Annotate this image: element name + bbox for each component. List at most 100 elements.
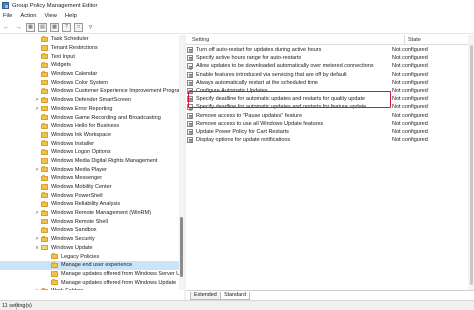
tree-item[interactable]: Windows PowerShell bbox=[0, 191, 184, 200]
tree-item[interactable]: Manage updates offered from Windows Serv… bbox=[0, 270, 184, 279]
setting-state: Not configured bbox=[392, 129, 428, 136]
setting-state: Not configured bbox=[392, 71, 428, 78]
tree-item[interactable]: Windows Messenger bbox=[0, 174, 184, 183]
tree-item[interactable]: Windows Game Recording and Broadcasting bbox=[0, 113, 184, 122]
export-list-icon[interactable]: ▩ bbox=[50, 22, 59, 32]
list-header: Setting State bbox=[186, 34, 474, 45]
chevron-right-icon[interactable]: > bbox=[34, 97, 40, 103]
setting-row[interactable]: Remove access to use all Windows Update … bbox=[186, 120, 468, 128]
tree-item-label: Windows Mobility Center bbox=[51, 184, 112, 191]
tree-item-label: Windows Hello for Business bbox=[51, 123, 120, 130]
tree-item[interactable]: > Windows Error Reporting bbox=[0, 105, 184, 114]
setting-name: Turn off auto-restart for updates during… bbox=[196, 47, 322, 54]
view-icon[interactable]: □ bbox=[74, 22, 83, 32]
tree-item[interactable]: Windows Reliability Analysis bbox=[0, 200, 184, 209]
filter-icon[interactable]: ▿ bbox=[86, 23, 95, 32]
setting-cell: Update Power Policy for Cart Restarts bbox=[187, 129, 289, 136]
tree-item-label: Windows Game Recording and Broadcasting bbox=[51, 114, 161, 121]
menu-view[interactable]: View bbox=[44, 13, 56, 19]
chevron-right-icon[interactable]: > bbox=[34, 210, 40, 216]
setting-row[interactable]: Turn off auto-restart for updates during… bbox=[186, 46, 468, 54]
tree-item-label: Manage updates offered from Windows Upda… bbox=[61, 279, 177, 286]
folder-icon bbox=[41, 227, 48, 234]
setting-row[interactable]: Display options for update notifications… bbox=[186, 136, 468, 144]
setting-cell: Always automatically restart at the sche… bbox=[187, 79, 318, 86]
properties-icon[interactable]: ▤ bbox=[38, 22, 47, 32]
folder-icon bbox=[41, 175, 48, 181]
tree-item[interactable]: Windows Color System bbox=[0, 78, 184, 87]
tree-item[interactable]: Task Scheduler bbox=[0, 35, 184, 44]
tree-item[interactable]: > Windows Defender SmartScreen bbox=[0, 96, 184, 105]
setting-row[interactable]: Enable features introduced via servicing… bbox=[186, 71, 468, 79]
tree-item[interactable]: Windows Ink Workspace bbox=[0, 131, 184, 140]
tree-item-label: Windows Remote Shell bbox=[51, 218, 108, 225]
setting-row[interactable]: Always automatically restart at the sche… bbox=[186, 79, 468, 87]
tree-item[interactable]: Tenant Restrictions bbox=[0, 44, 184, 53]
setting-row[interactable]: Remove access to "Pause updates" feature… bbox=[186, 112, 468, 120]
tree-item[interactable]: Widgets bbox=[0, 61, 184, 70]
tree-item[interactable]: Windows Mobility Center bbox=[0, 183, 184, 192]
policy-setting-icon bbox=[187, 71, 193, 78]
tree-item[interactable]: Manage updates offered from Windows Upda… bbox=[0, 278, 184, 287]
tab-extended[interactable]: Extended bbox=[190, 291, 221, 300]
chevron-right-icon[interactable]: > bbox=[34, 167, 40, 173]
folder-icon bbox=[41, 192, 48, 199]
column-header-state[interactable]: State bbox=[404, 34, 421, 45]
setting-cell: Specify active hours range for auto-rest… bbox=[187, 55, 301, 62]
column-header-setting[interactable]: Setting bbox=[192, 37, 209, 43]
folder-icon bbox=[41, 44, 48, 51]
tree-item-label: Legacy Policies bbox=[61, 253, 100, 260]
setting-name: Allow updates to be downloaded automatic… bbox=[196, 63, 374, 70]
setting-row[interactable]: Specify active hours range for auto-rest… bbox=[186, 54, 468, 62]
tree-item[interactable]: > Windows Remote Management (WinRM) bbox=[0, 209, 184, 218]
tree-item[interactable]: Windows Hello for Business bbox=[0, 122, 184, 131]
back-arrow-icon[interactable]: ← bbox=[2, 23, 11, 32]
tree-item-label: Tenant Restrictions bbox=[51, 45, 98, 52]
tree-item-label: Windows Remote Management (WinRM) bbox=[51, 210, 151, 217]
tree-item[interactable]: Windows Media Digital Rights Management bbox=[0, 157, 184, 166]
setting-state: Not configured bbox=[392, 104, 428, 111]
tree-item[interactable]: Windows Sandbox bbox=[0, 226, 184, 235]
chevron-right-icon[interactable]: > bbox=[34, 236, 40, 242]
tree-item[interactable]: > Windows Security bbox=[0, 235, 184, 244]
tree-item[interactable]: > Work Folders bbox=[0, 287, 184, 290]
tree-item[interactable]: Manage end user experience bbox=[0, 260, 184, 270]
folder-icon bbox=[41, 209, 48, 216]
tree-item[interactable]: Windows Customer Experience Improvement … bbox=[0, 87, 184, 96]
tree-item[interactable]: Windows Calendar bbox=[0, 70, 184, 79]
setting-state: Not configured bbox=[392, 79, 428, 86]
folder-icon bbox=[51, 279, 58, 286]
tree-pane: Task Scheduler Tenant Restrictions Text In… bbox=[0, 35, 184, 290]
setting-row[interactable]: Allow updates to be downloaded automatic… bbox=[186, 62, 468, 70]
chevron-right-icon[interactable]: > bbox=[34, 106, 40, 112]
tree-item[interactable]: > Windows Media Player bbox=[0, 165, 184, 174]
menu-action[interactable]: Action bbox=[20, 13, 36, 19]
tree-item[interactable]: Windows Installer bbox=[0, 139, 184, 148]
setting-state: Not configured bbox=[392, 88, 428, 95]
tree-item[interactable]: Legacy Policies bbox=[0, 252, 184, 261]
tree-item[interactable]: Windows Remote Shell bbox=[0, 217, 184, 226]
chevron-down-icon[interactable]: v bbox=[34, 245, 40, 251]
tree-item[interactable]: Text Input bbox=[0, 52, 184, 61]
show-hide-tree-icon[interactable]: ▦ bbox=[26, 22, 35, 32]
menu-file[interactable]: File bbox=[3, 13, 12, 19]
tree-item[interactable]: Windows Logon Options bbox=[0, 148, 184, 157]
policy-setting-icon bbox=[187, 137, 193, 144]
folder-icon bbox=[41, 88, 48, 95]
folder-icon bbox=[41, 148, 48, 155]
tree-item-label: Windows Media Digital Rights Management bbox=[51, 157, 158, 164]
forward-arrow-icon[interactable]: → bbox=[14, 23, 23, 32]
folder-icon bbox=[41, 166, 48, 173]
setting-row[interactable]: Update Power Policy for Cart Restarts Not… bbox=[186, 128, 468, 136]
chevron-right-icon[interactable]: > bbox=[34, 288, 40, 290]
setting-name: Always automatically restart at the sche… bbox=[196, 79, 318, 86]
tab-standard[interactable]: Standard bbox=[220, 291, 250, 300]
settings-scrollbar[interactable] bbox=[468, 35, 474, 290]
tree-item-label: Windows Messenger bbox=[51, 175, 103, 182]
tree-item[interactable]: v Windows Update bbox=[0, 244, 184, 253]
settings-scrollbar-thumb[interactable] bbox=[469, 45, 473, 285]
menu-help[interactable]: Help bbox=[65, 13, 77, 19]
tree-scrollbar-thumb[interactable] bbox=[180, 217, 183, 277]
tree-item-label: Widgets bbox=[51, 62, 71, 69]
help-icon[interactable]: ? bbox=[62, 22, 71, 32]
